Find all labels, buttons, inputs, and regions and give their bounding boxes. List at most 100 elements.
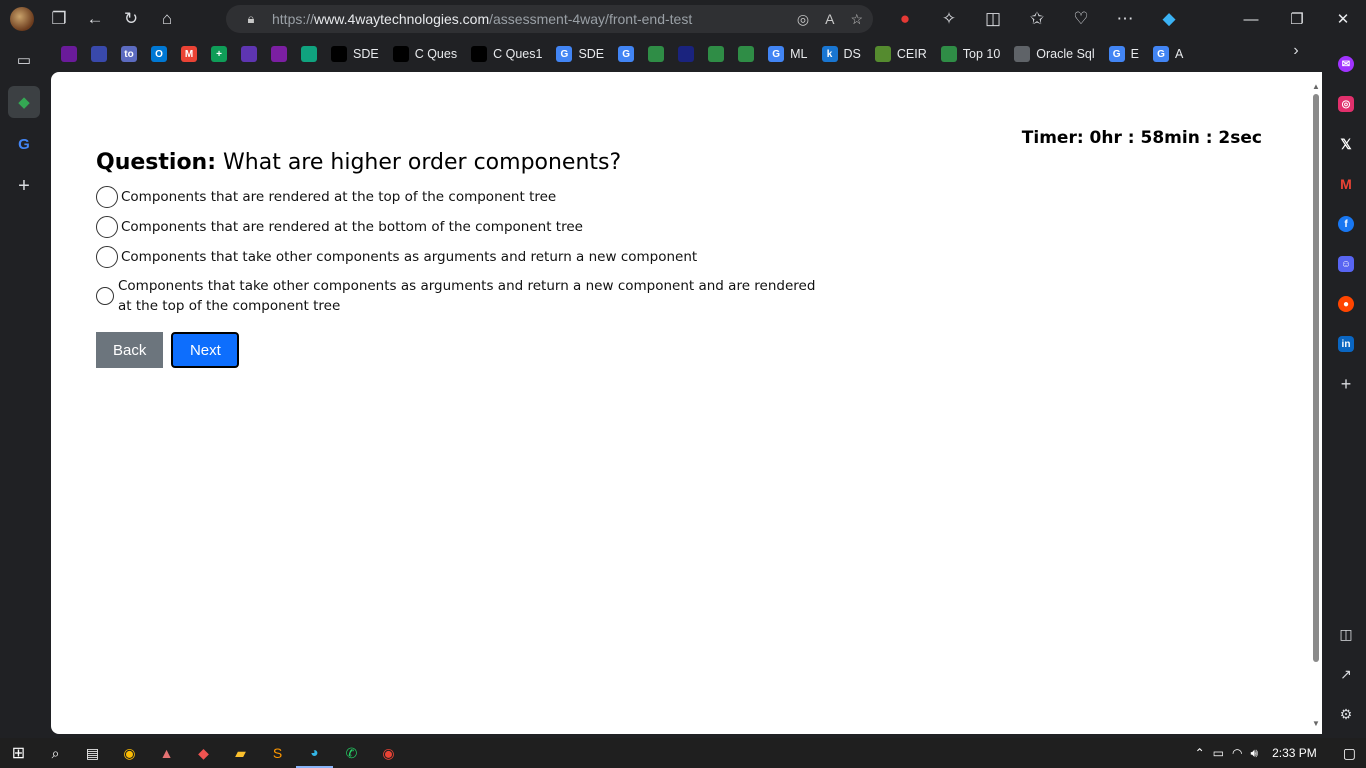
option-2-label[interactable]: Components that are rendered at the bott…	[121, 219, 583, 235]
bookmark-item[interactable]: G ML	[763, 42, 812, 66]
bookmark-item[interactable]	[703, 42, 729, 66]
bookmark-item[interactable]	[236, 42, 262, 66]
facebook-icon[interactable]: f	[1330, 204, 1362, 244]
lock-icon[interactable]: 🔒︎	[236, 11, 266, 27]
bookmark-item[interactable]: k DS	[817, 42, 866, 66]
option-1-radio[interactable]	[96, 186, 118, 208]
bookmark-item[interactable]: SDE	[326, 42, 384, 66]
bookmark-item[interactable]: Top 10	[936, 42, 1006, 66]
back-arrow-icon[interactable]: ←	[77, 1, 113, 37]
bookmark-item[interactable]: CEIR	[870, 42, 932, 66]
chrome-icon-2[interactable]: ◉	[370, 738, 407, 768]
minimize-button[interactable]: —	[1228, 0, 1274, 38]
refresh-icon[interactable]: ↻	[113, 1, 149, 37]
favorites-icon[interactable]: ✩	[1020, 1, 1054, 37]
bookmark-item[interactable]	[56, 42, 82, 66]
volume-icon[interactable]: 🔊︎	[1251, 746, 1259, 761]
bookmark-item[interactable]: to	[116, 42, 142, 66]
chrome-icon[interactable]: ◉	[111, 738, 148, 768]
x-twitter-icon[interactable]: 𝕏	[1330, 124, 1362, 164]
favorite-star-icon[interactable]: ☆	[850, 11, 863, 28]
bookmark-item[interactable]: G	[613, 42, 639, 66]
option-1-label[interactable]: Components that are rendered at the top …	[121, 189, 556, 205]
bookmark-item[interactable]: +	[206, 42, 232, 66]
split-screen-icon[interactable]: ◫	[976, 1, 1010, 37]
scrollbar-thumb[interactable]	[1313, 94, 1319, 662]
taskbar-app-icon[interactable]: ▲	[148, 738, 185, 768]
option-3-label[interactable]: Components that take other components as…	[121, 249, 697, 265]
new-tab-plus-icon[interactable]: +	[8, 170, 40, 202]
copilot-icon[interactable]: ◆	[1152, 1, 1186, 37]
profile-avatar[interactable]	[10, 7, 34, 31]
instagram-icon[interactable]: ◎	[1330, 84, 1362, 124]
more-menu-icon[interactable]: ⋯	[1108, 1, 1142, 37]
extensions-puzzle-icon[interactable]: ✧	[932, 1, 966, 37]
close-button[interactable]: ✕	[1320, 0, 1366, 38]
extension-red-icon[interactable]: ●	[888, 1, 922, 37]
edge-icon[interactable]: ◕	[296, 738, 333, 768]
add-sidebar-app-plus-icon[interactable]: +	[1330, 364, 1362, 404]
tray-chevron-icon[interactable]: ⌃	[1195, 746, 1205, 760]
scroll-down-arrow-icon[interactable]: ▼	[1312, 719, 1320, 728]
tab-actions-icon[interactable]: ▭	[8, 44, 40, 76]
settings-gear-icon[interactable]: ⚙	[1330, 694, 1362, 734]
bookmark-item[interactable]: G SDE	[551, 42, 609, 66]
windows-start-icon[interactable]: ⊞	[0, 738, 37, 768]
bookmark-item[interactable]	[296, 42, 322, 66]
read-aloud-icon[interactable]: A	[825, 11, 834, 27]
option-4-label[interactable]: Components that take other components as…	[118, 276, 816, 316]
sublime-text-icon[interactable]: S	[259, 738, 296, 768]
option-3[interactable]: Components that take other components as…	[96, 246, 816, 268]
anydesk-icon[interactable]: ◆	[185, 738, 222, 768]
option-2-radio[interactable]	[96, 216, 118, 238]
gmail-icon: M	[181, 46, 197, 62]
whatsapp-icon[interactable]: ✆	[333, 738, 370, 768]
bookmark-item[interactable]	[643, 42, 669, 66]
bookmarks-more-chevron-icon[interactable]: ›	[1284, 42, 1308, 60]
bookmark-item[interactable]	[673, 42, 699, 66]
messenger-icon[interactable]: ✉	[1330, 44, 1362, 84]
reddit-icon[interactable]: ●	[1330, 284, 1362, 324]
bookmark-item[interactable]: M	[176, 42, 202, 66]
bookmark-item[interactable]	[266, 42, 292, 66]
bookmark-item[interactable]: C Ques	[388, 42, 462, 66]
task-view-icon[interactable]: ▤	[74, 738, 111, 768]
maximize-button[interactable]: ❐	[1274, 0, 1320, 38]
browser-essentials-icon[interactable]: ♡	[1064, 1, 1098, 37]
back-button[interactable]: Back	[96, 332, 164, 368]
option-1[interactable]: Components that are rendered at the top …	[96, 186, 816, 208]
bookmark-item[interactable]: Oracle Sql	[1009, 42, 1099, 66]
notifications-icon[interactable]: ▢	[1343, 745, 1356, 762]
gmail-icon[interactable]: M	[1330, 164, 1362, 204]
next-button[interactable]: Next	[171, 332, 240, 368]
sidebar-toggle-icon[interactable]: ◫	[1330, 614, 1362, 654]
search-icon[interactable]: ⌕	[37, 738, 74, 768]
scroll-up-arrow-icon[interactable]: ▲	[1312, 82, 1320, 91]
linkedin-icon[interactable]: in	[1330, 324, 1362, 364]
open-external-icon[interactable]: ↗	[1330, 654, 1362, 694]
home-icon[interactable]: ⌂	[149, 1, 185, 37]
address-bar[interactable]: 🔒︎ https://www.4waytechnologies.com/asse…	[226, 5, 873, 33]
battery-icon[interactable]: ▭	[1213, 746, 1224, 760]
bookmark-item[interactable]	[86, 42, 112, 66]
option-4-radio[interactable]	[96, 287, 114, 305]
workspaces-icon[interactable]: ❐	[41, 1, 77, 37]
option-4[interactable]: Components that take other components as…	[96, 276, 816, 316]
clock[interactable]: 2:33 PM	[1272, 746, 1317, 760]
google-tab-icon[interactable]: G	[8, 128, 40, 160]
discord-icon[interactable]: ☺	[1330, 244, 1362, 284]
wifi-icon[interactable]: ◠	[1232, 746, 1242, 760]
bookmark-item[interactable]: GE	[1104, 42, 1144, 66]
page-scrollbar[interactable]: ▲ ▼	[1312, 82, 1320, 728]
location-icon[interactable]: ◎	[797, 11, 809, 28]
bookmark-item[interactable]: C Ques1	[466, 42, 547, 66]
active-tab-icon[interactable]: ◆	[8, 86, 40, 118]
bookmark-item[interactable]	[733, 42, 759, 66]
bookmark-item[interactable]: O	[146, 42, 172, 66]
url-text[interactable]: https://www.4waytechnologies.com/assessm…	[272, 11, 692, 27]
bookmark-label: ML	[790, 47, 808, 61]
file-explorer-icon[interactable]: ▰	[222, 738, 259, 768]
bookmark-item[interactable]: GA	[1148, 42, 1188, 66]
option-3-radio[interactable]	[96, 246, 118, 268]
option-2[interactable]: Components that are rendered at the bott…	[96, 216, 816, 238]
